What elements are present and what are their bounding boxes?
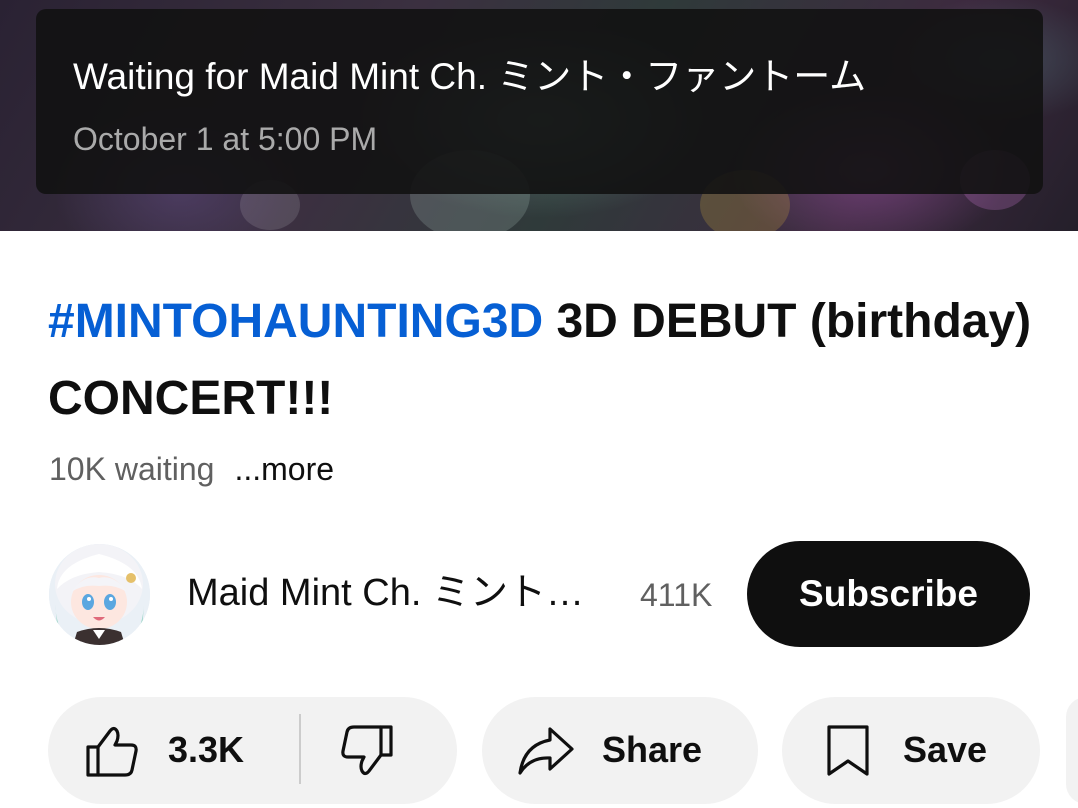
bookmark-icon [827, 725, 869, 776]
more-actions-button[interactable] [1066, 697, 1078, 804]
video-player[interactable]: Waiting for Maid Mint Ch. ミント・ファントーム Oct… [0, 0, 1078, 231]
like-count: 3.3K [168, 729, 245, 770]
avatar-image [49, 544, 150, 645]
waiting-count: 10K waiting [49, 451, 215, 487]
share-button[interactable]: Share [482, 697, 758, 804]
waiting-title: Waiting for Maid Mint Ch. ミント・ファントーム [73, 56, 867, 97]
channel-name[interactable]: Maid Mint Ch. ミント… [187, 570, 584, 616]
thumbs-down-icon [341, 725, 393, 776]
subscribe-button[interactable]: Subscribe [747, 541, 1030, 647]
like-dislike-group: 3.3K [48, 697, 457, 804]
scheduled-time: October 1 at 5:00 PM [73, 121, 378, 157]
share-arrow-icon [518, 727, 574, 775]
video-watch-page: Waiting for Maid Mint Ch. ミント・ファントーム Oct… [0, 0, 1078, 808]
save-label: Save [903, 729, 988, 770]
video-meta[interactable]: 10K waiting ...more [49, 447, 334, 491]
more-button[interactable]: ...more [234, 451, 334, 487]
thumbs-up-icon [86, 726, 138, 777]
like-button[interactable]: 3.3K [48, 697, 300, 804]
video-title[interactable]: #MINTOHAUNTING3D 3D DEBUT (birthday) CON… [48, 283, 1038, 437]
save-button[interactable]: Save [782, 697, 1040, 804]
dislike-button[interactable] [301, 697, 457, 804]
share-label: Share [602, 729, 703, 770]
premiere-waiting-card: Waiting for Maid Mint Ch. ミント・ファントーム Oct… [36, 9, 1043, 194]
subscriber-count: 411K [640, 577, 713, 613]
hashtag-link[interactable]: #MINTOHAUNTING3D [48, 295, 543, 348]
channel-avatar[interactable] [49, 544, 150, 645]
